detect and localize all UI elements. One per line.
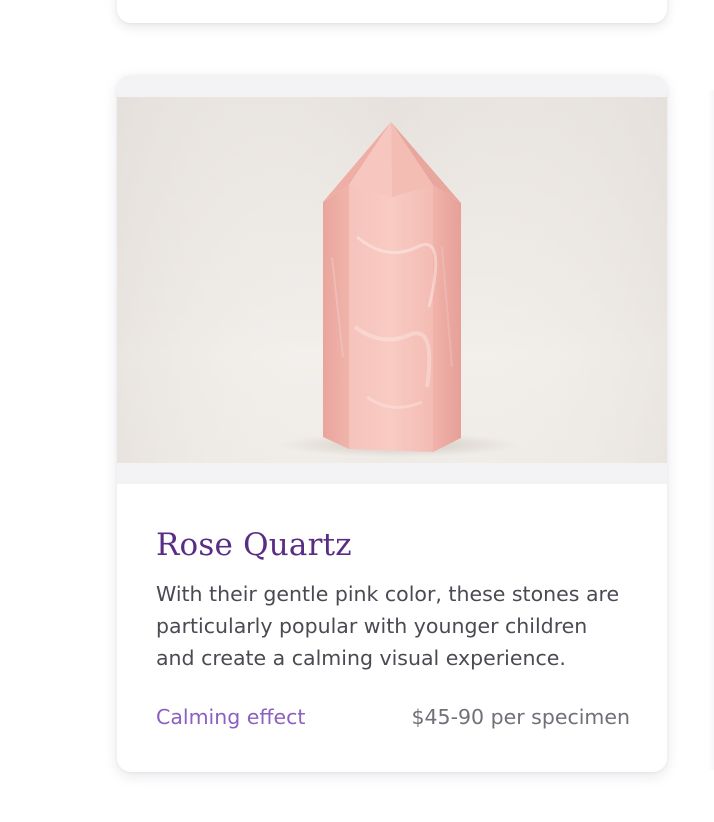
card-meta: Calming effect $45-90 per specimen [156, 702, 630, 732]
card-title: Rose Quartz [156, 527, 352, 563]
crystal-card-rose-quartz[interactable]: Rose Quartz With their gentle pink color… [117, 75, 667, 772]
card-body: Rose Quartz With their gentle pink color… [156, 524, 630, 729]
previous-card[interactable] [117, 0, 667, 23]
rose-quartz-image [117, 97, 667, 463]
page: Rose Quartz With their gentle pink color… [0, 0, 714, 822]
effect-tag: Calming effect [156, 705, 306, 729]
next-card-edge [708, 90, 714, 770]
card-image-frame [117, 75, 667, 484]
price-label: $45-90 per specimen [411, 705, 630, 729]
card-description: With their gentle pink color, these ston… [156, 582, 620, 670]
